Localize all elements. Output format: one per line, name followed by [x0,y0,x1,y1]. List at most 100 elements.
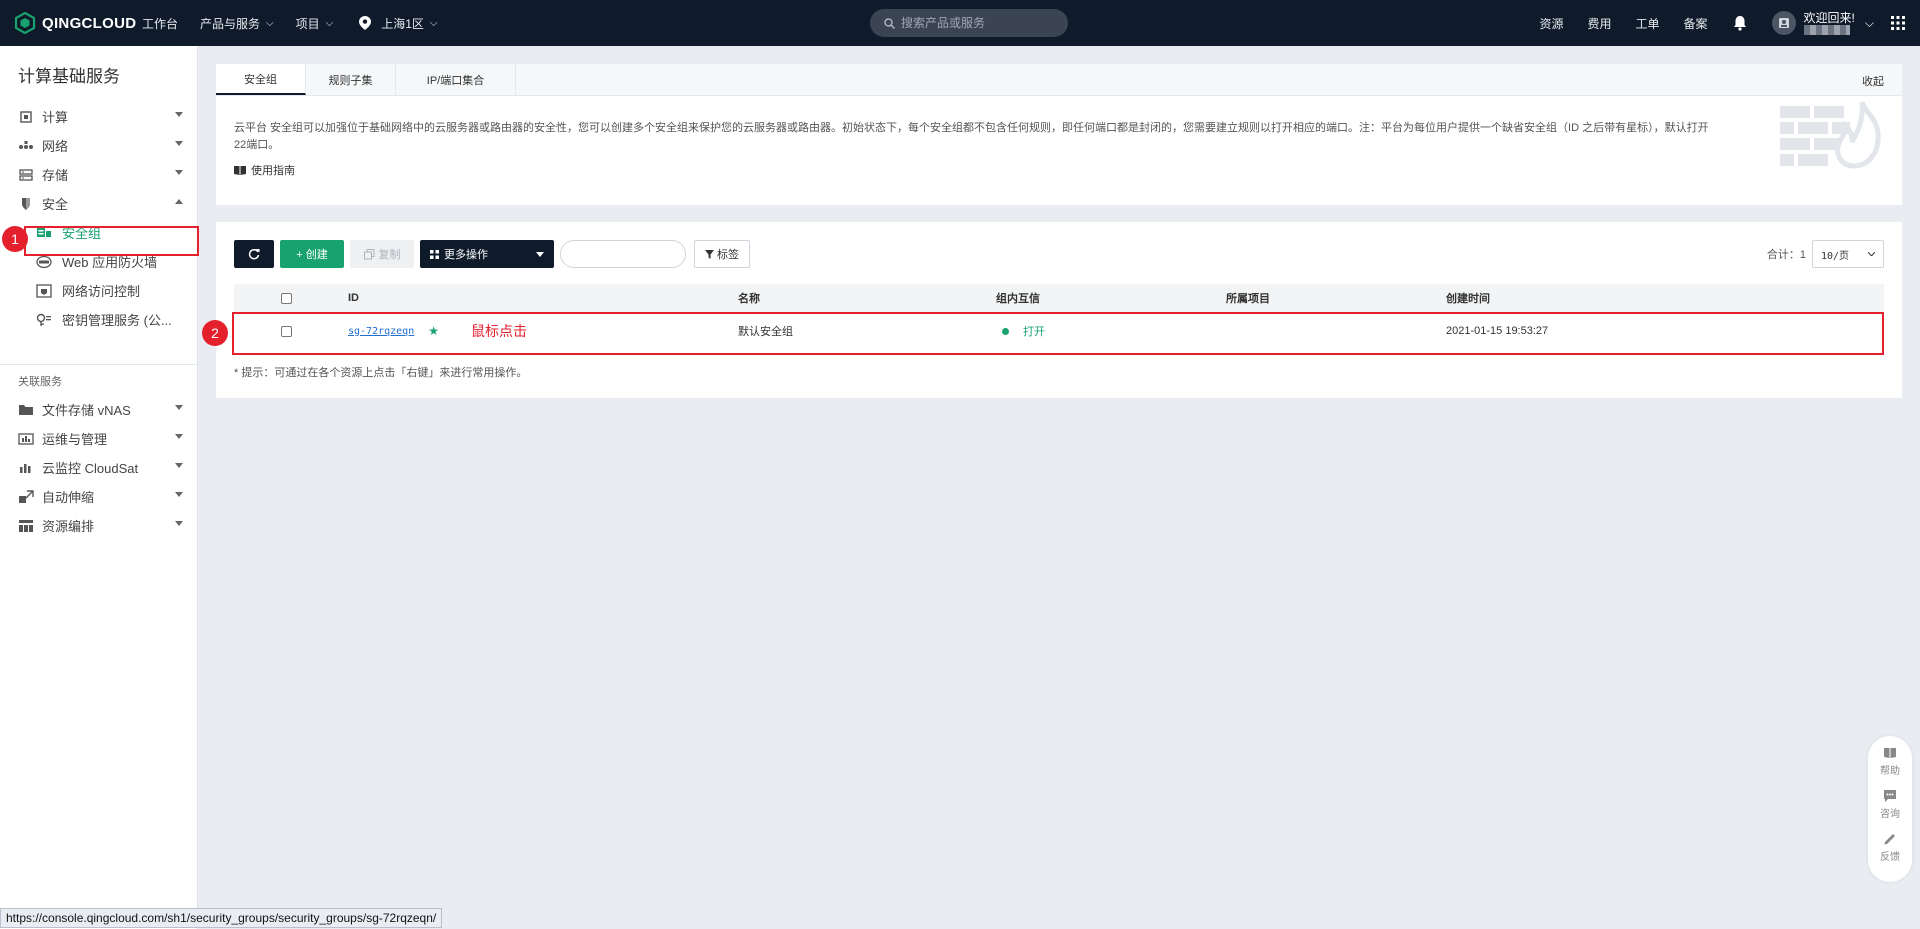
sidebar-item-label: 密钥管理服务 (公... [62,313,172,328]
apps-grid-icon[interactable] [1890,15,1906,31]
avatar[interactable] [1771,11,1796,35]
nav-products[interactable]: 产品与服务 ⌵ [200,15,274,32]
help-button[interactable]: 帮助 [1880,746,1900,777]
more-actions-label: 更多操作 [444,249,488,261]
region-label: 上海1区 [381,16,424,31]
sidebar-item-network[interactable]: 网络 [0,131,197,160]
search-icon [884,17,895,29]
nav-project-label: 项目 [295,16,320,31]
chevron-down-icon [175,405,183,410]
filter-icon [705,249,714,259]
total-count: 合计：1 [1766,249,1806,261]
user-icon [1778,18,1789,28]
feedback-button[interactable]: 反馈 [1880,832,1900,863]
chevron-down-icon [175,463,183,468]
refresh-icon [248,248,260,260]
annotation-step1-badge: 1 [2,226,28,252]
search-input[interactable] [901,16,1051,30]
tab-ip-port-sets[interactable]: IP/端口集合 [396,64,516,95]
sidebar-item-storage[interactable]: 存储 [0,160,197,189]
orchestration-icon [19,519,33,532]
col-created[interactable]: 创建时间 [1446,284,1490,312]
region-selector[interactable]: 上海1区 ⌵ [359,15,438,32]
sidebar-item-kms[interactable]: 密钥管理服务 (公... [0,305,197,334]
book-icon [1884,748,1896,758]
select-all-checkbox[interactable] [281,292,292,304]
sidebar-title: 计算基础服务 [18,67,120,86]
more-actions-dropdown[interactable]: 更多操作 [420,240,554,268]
nav-products-label: 产品与服务 [200,16,261,31]
top-navbar: QINGCLOUD 工作台 产品与服务 ⌵ 项目 ⌵ 上海1区 ⌵ 资源 费用 工单 … [0,0,1920,46]
create-button[interactable]: + 创建 [280,240,344,268]
sidebar-item-orchestration[interactable]: 资源编排 [0,511,197,540]
shield-icon [22,197,30,210]
refresh-button[interactable] [234,240,274,268]
sidebar-section-related: 关联服务 [18,376,62,388]
col-id[interactable]: ID [348,284,359,312]
ops-icon [18,432,34,445]
copy-icon [363,248,374,259]
brand[interactable]: QINGCLOUD [14,12,142,34]
network-icon [19,140,33,149]
sidebar-item-autoscaling[interactable]: 自动伸缩 [0,482,197,511]
tab-rule-subsets[interactable]: 规则子集 [306,64,396,95]
annotation-box-step1 [24,226,199,256]
consult-label: 咨询 [1880,809,1900,820]
tag-filter-button[interactable]: 标签 [694,240,750,268]
grid-icon [430,249,439,259]
sidebar-item-nacl[interactable]: 网络访问控制 [0,276,197,305]
collapse-button[interactable]: 收起 [1862,73,1884,89]
tab-bar: 安全组 规则子集 IP/端口集合 收起 [216,64,1902,96]
sidebar-item-label: 安全 [42,197,69,212]
copy-button[interactable]: 复制 [350,240,414,268]
sidebar-item-label: 运维与管理 [42,432,108,447]
pencil-icon [1884,834,1895,845]
floating-toolbar: 帮助 咨询 反馈 [1868,736,1912,882]
search-filter-input[interactable] [560,240,686,268]
chevron-down-icon [175,434,183,439]
sidebar-item-label: 存储 [42,168,69,183]
nav-project[interactable]: 项目 ⌵ [296,15,334,32]
sidebar-item-vnas[interactable]: 文件存储 vNAS [0,395,197,424]
nav-filing[interactable]: 备案 [1684,15,1708,32]
nav-resources[interactable]: 资源 [1539,15,1563,32]
col-name[interactable]: 名称 [738,284,760,312]
consult-button[interactable]: 咨询 [1880,789,1900,820]
sidebar-item-compute[interactable]: 计算 [0,102,197,131]
bell-icon[interactable] [1732,15,1748,31]
top-right-actions: 资源 费用 工单 备案 欢迎回来! ⌵ [1539,0,1920,46]
security-group-list-card: + 创建 复制 更多操作 标签 合计：1 10/页 ID 名称 组内互信 所属项… [216,222,1902,398]
sidebar-item-ops[interactable]: 运维与管理 [0,424,197,453]
nav-workbench[interactable]: 工作台 [142,15,178,32]
monitor-chart-icon [20,463,31,473]
pagination: 合计：1 10/页 [1767,240,1884,268]
sidebar-item-label: 计算 [42,110,69,125]
sidebar-item-security[interactable]: 安全 [0,189,197,218]
chevron-down-icon[interactable]: ⌵ [1865,16,1874,31]
chevron-down-icon: ⌵ [266,17,274,29]
chat-icon [1884,790,1896,802]
top-nav: 工作台 产品与服务 ⌵ 项目 ⌵ 上海1区 ⌵ [142,15,460,32]
caret-down-icon [536,251,544,257]
intro-card: 安全组 规则子集 IP/端口集合 收起 云平台 安全组可以加强位于基础网络中的云… [216,64,1902,205]
tab-security-groups[interactable]: 安全组 [216,64,306,95]
global-search [870,9,1068,37]
page-size-select[interactable]: 10/页 [1812,240,1884,268]
folder-icon [19,404,33,415]
col-project[interactable]: 所属项目 [1226,284,1270,312]
brand-name: QINGCLOUD [42,14,137,32]
chevron-down-icon [175,492,183,497]
col-mutual-trust[interactable]: 组内互信 [996,284,1040,312]
sidebar-item-label: 文件存储 vNAS [42,403,131,418]
nav-tickets[interactable]: 工单 [1636,15,1660,32]
chevron-down-icon [175,112,183,117]
feedback-label: 反馈 [1880,852,1900,863]
user-guide-link[interactable]: 使用指南 [234,162,1902,178]
nav-billing[interactable]: 费用 [1588,15,1612,32]
context-menu-tip: * 提示：可通过在各个资源上点击「右键」来进行常用操作。 [234,367,528,379]
chevron-down-icon [175,141,183,146]
waf-icon [36,255,52,268]
annotation-box-step2 [232,312,1884,355]
qingcloud-logo-icon [14,12,36,34]
sidebar-item-cloudsat[interactable]: 云监控 CloudSat [0,453,197,482]
